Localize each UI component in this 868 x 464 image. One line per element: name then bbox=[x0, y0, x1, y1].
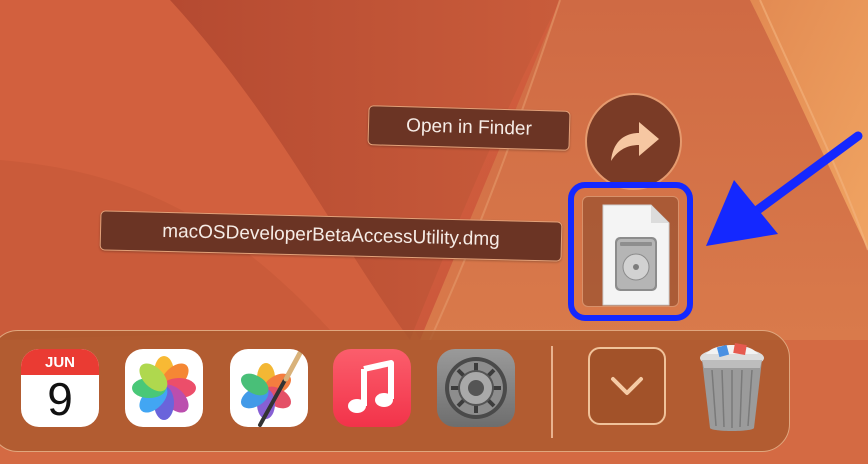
gear-icon bbox=[445, 357, 507, 419]
dock-separator bbox=[551, 346, 553, 438]
dmg-file-item[interactable] bbox=[582, 196, 679, 307]
photos-app-icon[interactable] bbox=[125, 349, 203, 427]
pixelmator-app-icon[interactable] bbox=[230, 349, 308, 427]
music-note-icon bbox=[348, 360, 394, 413]
annotation-arrow-icon bbox=[706, 131, 863, 246]
open-in-finder-button[interactable] bbox=[585, 93, 682, 190]
trash-full-icon[interactable] bbox=[694, 342, 770, 434]
downloads-stack-button[interactable] bbox=[588, 347, 666, 425]
calendar-day: 9 bbox=[47, 373, 73, 425]
music-app-icon[interactable] bbox=[333, 349, 411, 427]
pixelmator-brush-icon bbox=[240, 350, 303, 427]
curved-arrow-right-icon bbox=[610, 121, 659, 161]
system-settings-app-icon[interactable] bbox=[437, 349, 515, 427]
downloaded-file-highlight[interactable] bbox=[568, 182, 693, 321]
photos-flower-icon bbox=[132, 356, 196, 420]
open-in-finder-label[interactable]: Open in Finder bbox=[367, 105, 571, 151]
dmg-disk-image-icon bbox=[602, 204, 670, 306]
chevron-down-icon bbox=[611, 377, 643, 395]
calendar-app-icon[interactable]: JUN 9 bbox=[21, 349, 99, 427]
